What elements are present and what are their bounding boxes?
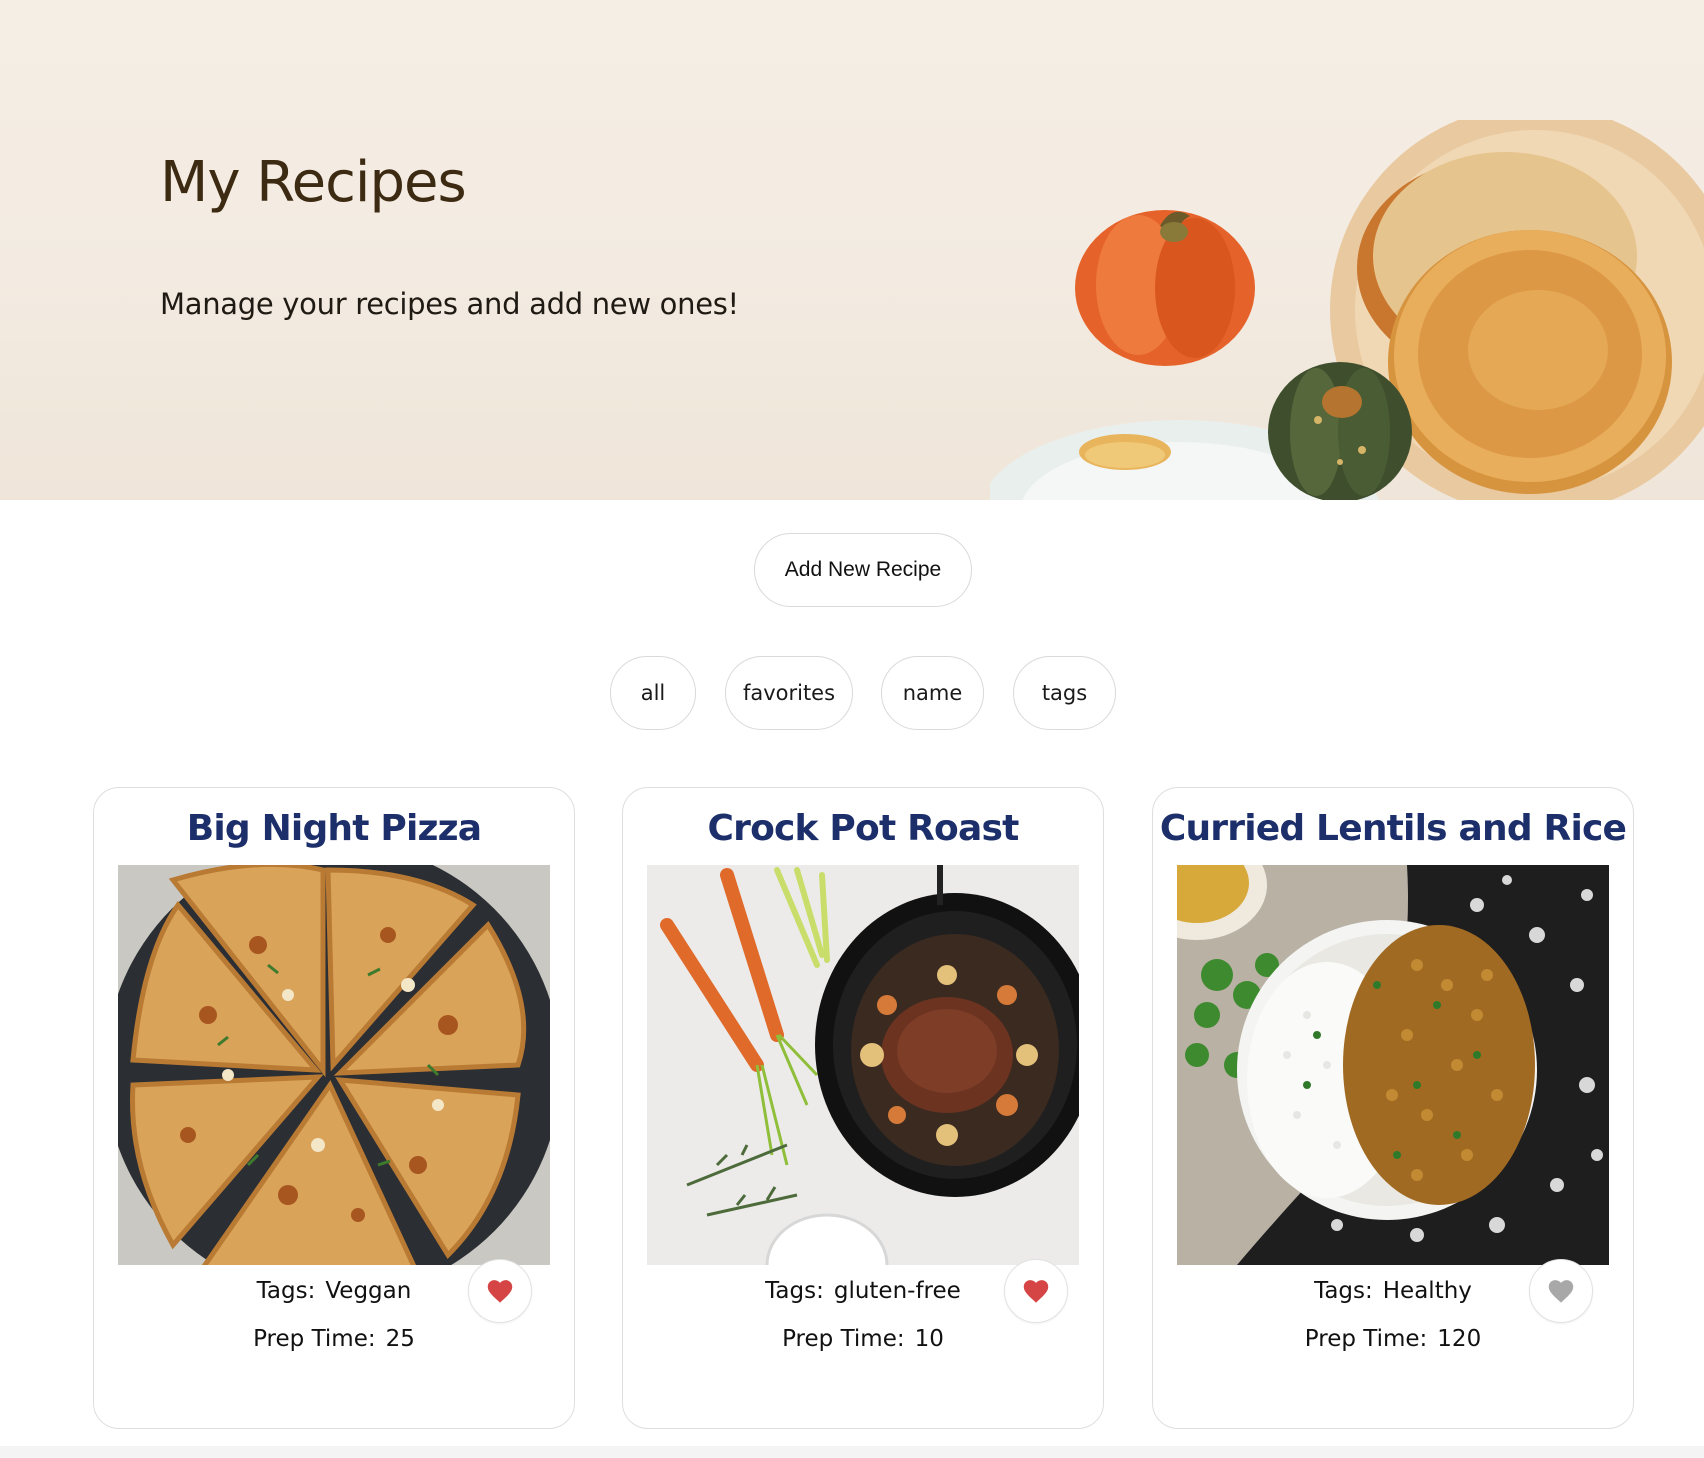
page-footer-edge	[0, 1446, 1704, 1458]
tags-label: Tags:	[765, 1278, 824, 1304]
prep-time-label: Prep Time:	[253, 1326, 376, 1352]
filter-all-button[interactable]: all	[610, 656, 696, 730]
tags-label: Tags:	[256, 1278, 316, 1304]
pizza-photo	[118, 865, 550, 1265]
recipe-tags-row: Tags: gluten-free	[623, 1278, 1103, 1304]
lentils-photo	[1177, 865, 1609, 1265]
prep-time-label: Prep Time:	[782, 1326, 905, 1352]
recipe-tags-row: Tags: Veggan	[94, 1278, 574, 1304]
recipe-image[interactable]	[118, 865, 550, 1265]
recipe-prep-time: 10	[914, 1326, 944, 1352]
add-new-recipe-button[interactable]: Add New Recipe	[754, 533, 972, 607]
recipe-tags: Healthy	[1382, 1278, 1472, 1304]
recipe-image[interactable]	[647, 865, 1079, 1265]
recipe-title[interactable]: Big Night Pizza	[94, 808, 574, 849]
page-title: My Recipes	[160, 150, 467, 215]
filter-name-button[interactable]: name	[881, 656, 984, 730]
recipe-prep-row: Prep Time: 10	[623, 1326, 1103, 1352]
recipe-title[interactable]: Crock Pot Roast	[623, 808, 1103, 849]
recipe-card[interactable]: Big Night Pizza Tags: Veggan Prep Time: …	[93, 787, 575, 1429]
recipe-prep-row: Prep Time: 25	[94, 1326, 574, 1352]
hero-banner: My Recipes Manage your recipes and add n…	[0, 0, 1704, 500]
recipe-card[interactable]: Crock Pot Roast Tags: gluten-free Prep T…	[622, 787, 1104, 1429]
recipe-title[interactable]: Curried Lentils and Rice	[1153, 808, 1633, 849]
recipe-prep-time: 120	[1437, 1326, 1482, 1352]
recipe-tags: gluten-free	[833, 1278, 961, 1304]
tags-label: Tags:	[1314, 1278, 1373, 1304]
recipe-prep-time: 25	[385, 1326, 415, 1352]
recipe-tags-row: Tags: Healthy	[1153, 1278, 1633, 1304]
recipe-image[interactable]	[1177, 865, 1609, 1265]
recipe-card[interactable]: Curried Lentils and Rice Tags: Healthy P…	[1152, 787, 1634, 1429]
prep-time-label: Prep Time:	[1304, 1326, 1428, 1352]
filter-favorites-button[interactable]: favorites	[725, 656, 853, 730]
filter-tags-button[interactable]: tags	[1013, 656, 1116, 730]
roast-photo	[647, 865, 1079, 1265]
page-subtitle: Manage your recipes and add new ones!	[160, 287, 739, 321]
hero-food-illustration	[990, 120, 1704, 500]
recipe-prep-row: Prep Time: 120	[1153, 1326, 1633, 1352]
recipe-tags: Veggan	[325, 1278, 412, 1304]
filter-bar: all favorites name tags	[0, 656, 1704, 732]
